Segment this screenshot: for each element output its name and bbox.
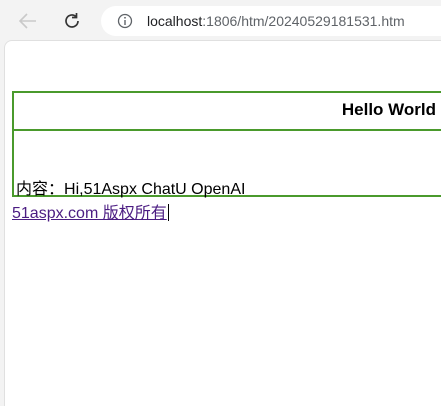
table-divider [14,129,441,131]
page-title: Hello World [341,100,436,119]
content-label: 内容： [16,181,65,198]
info-icon[interactable] [117,13,133,29]
reload-button[interactable] [58,8,86,34]
copyright-link[interactable]: 51aspx.com 版权所有 [12,199,169,223]
url-host: localhost [147,13,203,29]
copyright-link-text[interactable]: 51aspx.com 版权所有 [12,205,167,222]
reload-icon [65,13,79,28]
url-path: :1806/htm/20240529181531.htm [202,13,405,29]
browser-toolbar: localhost:1806/htm/20240529181531.htm [0,0,441,40]
back-button[interactable] [14,8,42,34]
address-bar[interactable]: localhost:1806/htm/20240529181531.htm [101,6,441,36]
content-table: Hello World 内容：Hi,51Aspx ChatU OpenAI [12,91,441,199]
text-caret [167,204,169,221]
content-text: Hi,51Aspx ChatU OpenAI [64,181,246,198]
content-line: 内容：Hi,51Aspx ChatU OpenAI [16,175,245,199]
back-arrow-icon [19,13,36,29]
